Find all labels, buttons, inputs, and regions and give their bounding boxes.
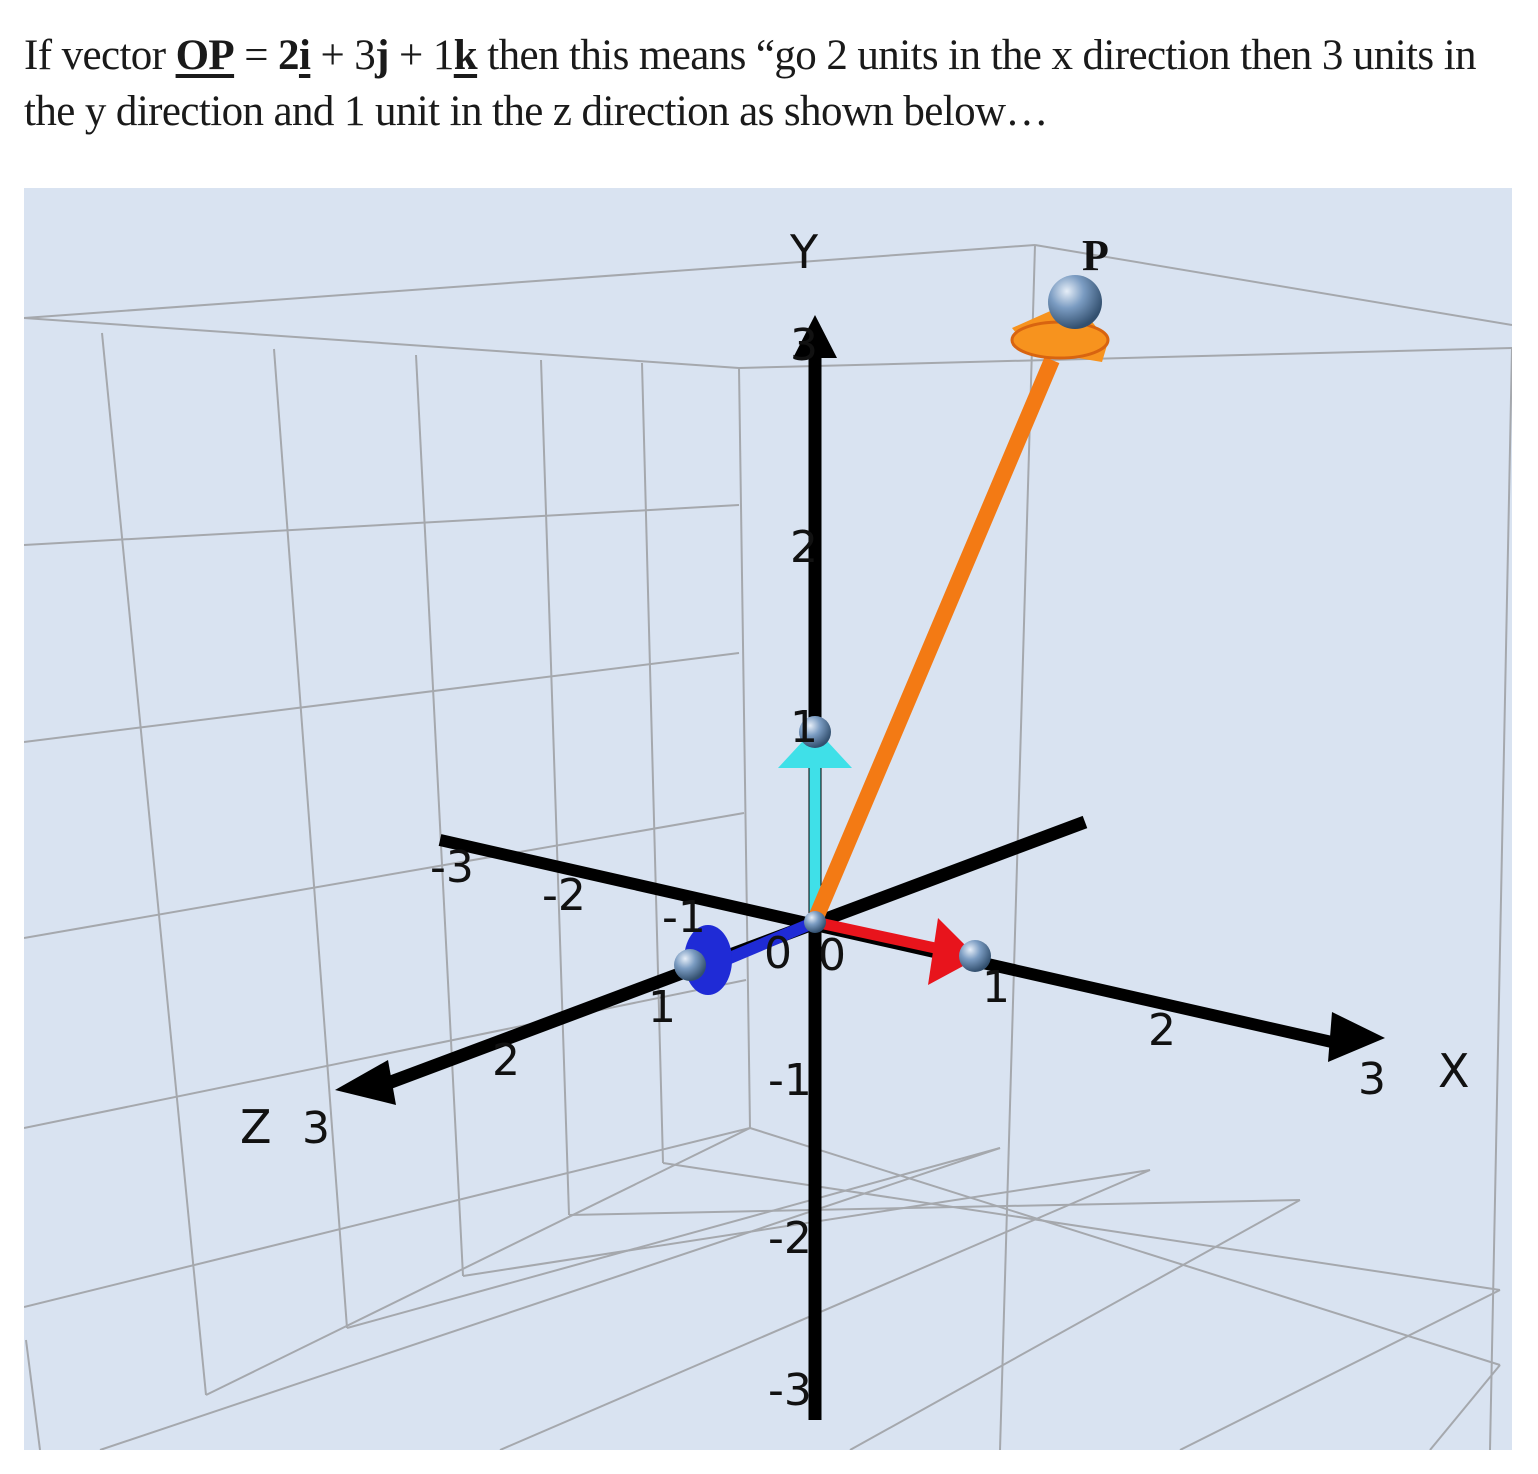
y-tick-label: 1	[790, 702, 818, 753]
x-tick-label: -1	[662, 892, 706, 943]
y-tick-label: -3	[768, 1365, 812, 1416]
vector-3d-diagram: Y X Z P -3 -2 -1 0 1 2 3 -3 -2 -1 1 2 3 …	[24, 188, 1512, 1450]
point-p-sphere	[1048, 275, 1102, 329]
y-axis-label: Y	[789, 225, 819, 279]
x-tick-label: 1	[982, 962, 1010, 1013]
x-axis-label: X	[1438, 1044, 1470, 1098]
z-tick-label: 0	[764, 928, 792, 979]
y-tick-label: 2	[790, 522, 818, 573]
y-tick-label: -2	[768, 1213, 812, 1264]
z-tick-label: 2	[492, 1035, 520, 1086]
y-tick-label: 3	[790, 320, 818, 371]
z-axis-label: Z	[240, 1100, 272, 1154]
x-tick-label: 0	[818, 930, 846, 981]
y-tick-label: -1	[768, 1055, 812, 1106]
z-tick-label: 3	[302, 1103, 330, 1154]
x-tick-label: -2	[542, 870, 586, 921]
z-tick-label: 1	[648, 982, 676, 1033]
z-component-tip-sphere	[674, 949, 706, 981]
x-tick-label: -3	[430, 842, 474, 893]
x-tick-label: 2	[1148, 1005, 1176, 1056]
point-p-label: P	[1082, 231, 1109, 280]
x-tick-label: 3	[1358, 1054, 1386, 1105]
